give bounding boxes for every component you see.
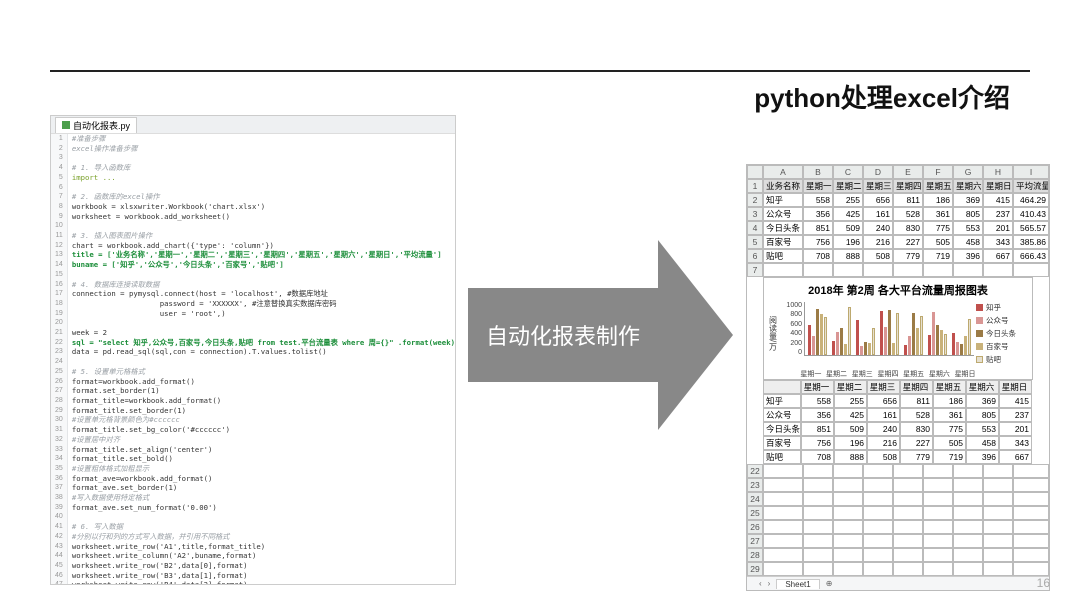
flow-arrow: 自动化报表制作 [468,240,733,430]
bar [940,330,943,355]
python-file-icon [62,121,70,129]
bar-group [904,313,923,355]
table-row[interactable]: 3公众号356425161528361805237410.43 [747,207,1049,221]
bar [916,328,919,355]
chart-bars [804,302,974,356]
bar-group [952,319,971,355]
bar-group [880,310,899,355]
legend-item: 公众号 [976,315,1028,326]
bar [812,336,815,355]
table-row[interactable]: 5百家号756196216227505458343385.86 [747,235,1049,249]
bar [928,335,931,355]
bar [920,316,923,355]
bar [912,313,915,355]
sheet-tab[interactable]: Sheet1 [776,579,819,589]
bar [840,328,843,355]
table-row[interactable]: 4今日头条851509240830775553201565.57 [747,221,1049,235]
table-row: 贴吧708888508779719396667 [763,450,1033,464]
bar [936,325,939,355]
excel-window: ABCDEFGHI1业务名称星期一星期二星期三星期四星期五星期六星期日平均流量 … [746,164,1050,591]
chart-data-table: 星期一星期二星期三星期四星期五星期六星期日知乎55825565681118636… [763,380,1033,464]
bar [964,336,967,355]
code-tab[interactable]: 自动化报表.py [55,117,137,133]
bar [848,307,851,355]
code-tabbar: 自动化报表.py [51,116,455,134]
bar [864,342,867,355]
embedded-chart[interactable]: 2018年 第2周 各大平台流量周报图表 阅读量/万 1000800600400… [763,277,1033,380]
bar [892,343,895,355]
bar [888,310,891,355]
bar [960,344,963,355]
bar-group [856,320,875,355]
bar [880,311,883,355]
table-header: 1业务名称星期一星期二星期三星期四星期五星期六星期日平均流量 [747,179,1049,193]
chart-xlabels: 星期一星期二星期三星期四星期五星期六星期日 [764,369,1032,379]
column-letters: ABCDEFGHI [747,165,1049,179]
bar [832,341,835,355]
table-row[interactable]: 2知乎558255656811186369415464.29 [747,193,1049,207]
bar [908,336,911,355]
chart-legend: 知乎公众号今日头条百家号贴吧 [976,302,1028,365]
table-row: 百家号756196216227505458343 [763,436,1033,450]
legend-item: 今日头条 [976,328,1028,339]
title-rule [50,70,1030,72]
bar [872,328,875,355]
bar [856,320,859,355]
arrow-head-icon [658,240,733,430]
page-number: 16 [1037,576,1050,590]
bar [860,346,863,355]
bar [836,332,839,355]
bar-group [832,307,851,355]
bar [944,334,947,355]
table-row: 公众号356425161528361805237 [763,408,1033,422]
bar [896,313,899,355]
chart-ylabel: 阅读量/万 [768,302,778,365]
chart-yticks: 10008006004002000 [780,302,802,356]
sheet-nav-icon[interactable]: › [768,579,771,588]
add-sheet-icon[interactable]: ⊕ [826,579,833,588]
bar [844,344,847,355]
legend-item: 贴吧 [976,354,1028,365]
bar [824,317,827,355]
legend-item: 知乎 [976,302,1028,313]
sheet-nav-icon[interactable]: ‹ [759,579,762,588]
slide-title: python处理excel介绍 [746,78,1010,115]
bar [884,327,887,356]
table-row: 今日头条851509240830775553201 [763,422,1033,436]
bar [820,314,823,355]
bar [904,345,907,355]
sheet-tab-bar: ‹ › Sheet1 ⊕ [747,576,1049,590]
table-row[interactable]: 6贴吧708888508779719396667666.43 [747,249,1049,263]
arrow-label: 自动化报表制作 [468,288,658,382]
bar [868,343,871,355]
bar [932,312,935,355]
code-editor: 自动化报表.py 1234567891011121314151617181920… [50,115,456,585]
bar [808,325,811,355]
bar [952,333,955,355]
chart-title: 2018年 第2周 各大平台流量周报图表 [764,278,1032,300]
table-row: 知乎558255656811186369415 [763,394,1033,408]
bar [816,309,819,355]
code-lines[interactable]: #准备步骤excel操作准备步骤 # 1. 导入函数库import ... # … [68,134,455,584]
code-tab-label: 自动化报表.py [73,119,130,132]
legend-item: 百家号 [976,341,1028,352]
bar [956,342,959,355]
bar-group [808,309,827,355]
code-gutter: 1234567891011121314151617181920212223242… [51,134,68,584]
bar [968,319,971,355]
bar-group [928,312,947,355]
